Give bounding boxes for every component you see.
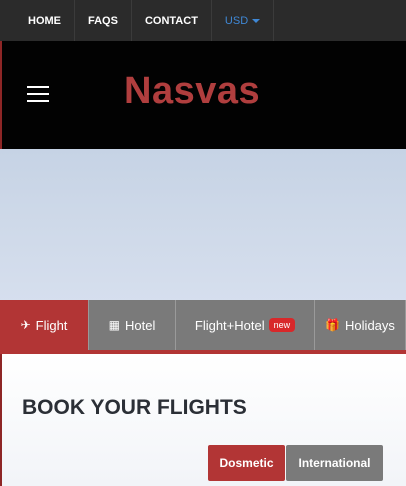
top-nav-bar: HOME FAQS CONTACT USD <box>0 0 406 41</box>
nav-contact-link[interactable]: CONTACT <box>132 0 212 41</box>
airplane-icon: ✈ <box>20 318 31 332</box>
booking-panel: BOOK YOUR FLIGHTS Dosmetic International <box>2 354 406 486</box>
domestic-button[interactable]: Dosmetic <box>208 445 285 481</box>
building-icon: ▦ <box>108 318 120 332</box>
new-badge: new <box>268 318 296 332</box>
tab-holidays-label: Holidays <box>345 317 395 333</box>
tab-hotel[interactable]: ▦ Hotel <box>89 300 176 350</box>
page-title: BOOK YOUR FLIGHTS <box>22 396 247 419</box>
hamburger-menu-icon[interactable] <box>27 86 49 102</box>
currency-selector[interactable]: USD <box>212 0 275 41</box>
site-logo[interactable]: Nasvas <box>124 70 260 113</box>
international-button[interactable]: International <box>286 445 383 481</box>
hero-sky-banner <box>0 149 406 304</box>
booking-tabs: ✈ Flight ▦ Hotel Flight+Hotel new 🎁 Holi… <box>0 300 406 354</box>
tab-holidays[interactable]: 🎁 Holidays <box>315 300 406 350</box>
nav-faqs-link[interactable]: FAQS <box>75 0 132 41</box>
site-header: Nasvas <box>0 41 406 149</box>
caret-down-icon <box>252 18 261 23</box>
gift-icon: 🎁 <box>325 318 341 332</box>
tab-flight[interactable]: ✈ Flight <box>0 300 89 350</box>
tab-flight-label: Flight <box>35 317 68 333</box>
tab-flight-hotel[interactable]: Flight+Hotel new <box>176 300 315 350</box>
tab-flight-hotel-label: Flight+Hotel <box>194 317 265 333</box>
nav-home-link[interactable]: HOME <box>0 0 75 41</box>
currency-label: USD <box>224 14 249 27</box>
tab-hotel-label: Hotel <box>124 317 156 333</box>
